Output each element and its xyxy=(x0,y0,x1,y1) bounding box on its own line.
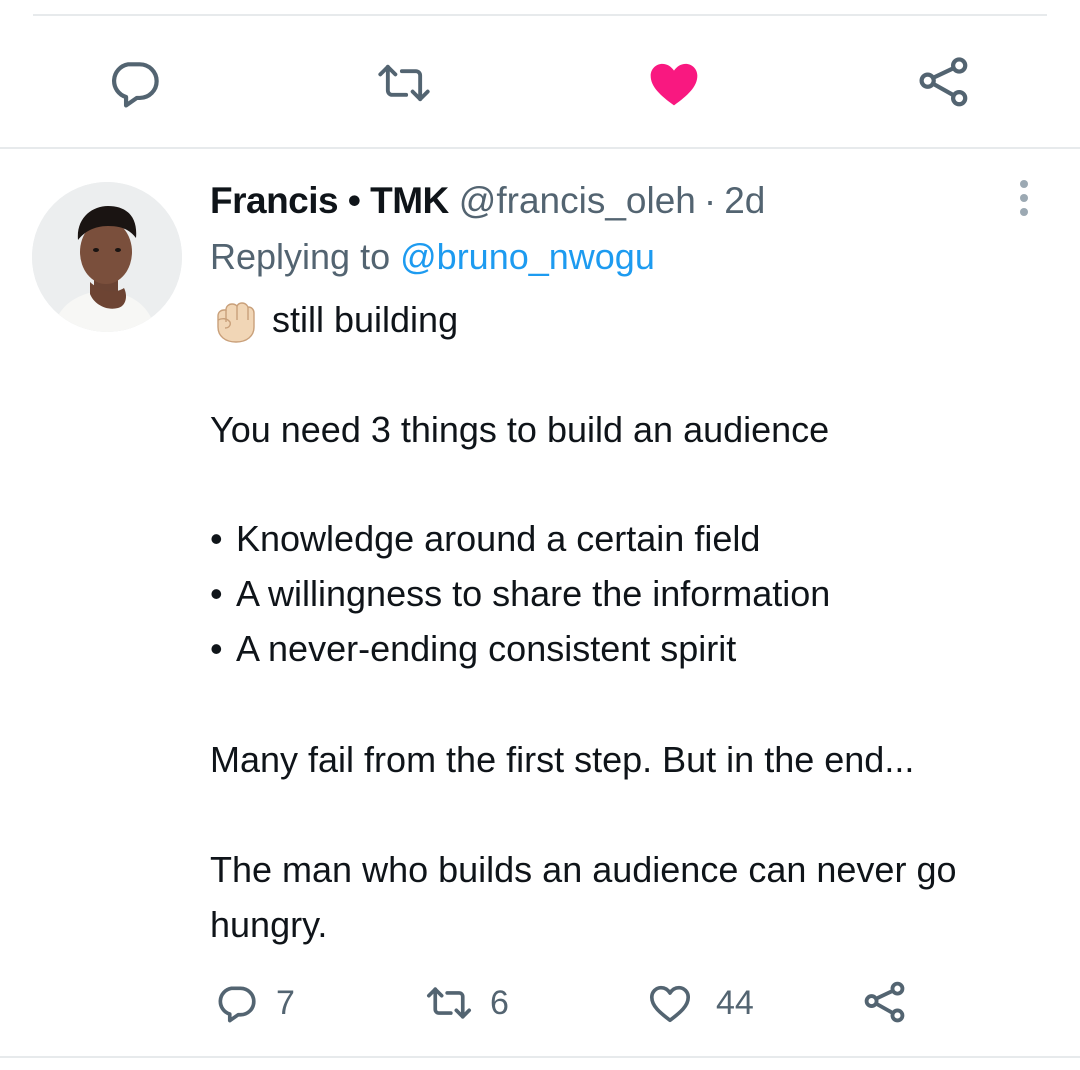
author-display-name[interactable]: Francis • TMK xyxy=(210,176,449,226)
reply-button[interactable] xyxy=(106,55,162,111)
retweet-button[interactable] xyxy=(376,55,432,111)
tweet-age[interactable]: 2d xyxy=(724,176,765,226)
more-options-button[interactable] xyxy=(1004,176,1044,220)
tweet-line-closing-2: hungry. xyxy=(210,904,328,945)
retweet-icon xyxy=(378,64,430,102)
section-divider xyxy=(0,147,1080,149)
tweet-line-fail: Many fail from the first step. But in th… xyxy=(210,739,915,780)
tweet-line-intro: You need 3 things to build an audience xyxy=(210,409,830,450)
reply-icon xyxy=(214,981,258,1025)
bullet-text: Knowledge around a certain field xyxy=(236,518,761,559)
bullet-mark: • xyxy=(210,518,223,559)
tweet-header: Francis • TMK @francis_oleh · 2d xyxy=(210,176,765,226)
bullet-text: A never-ending consistent spirit xyxy=(236,628,737,669)
like-count: 44 xyxy=(716,983,754,1022)
retweet-icon xyxy=(424,981,474,1025)
bullet-mark: • xyxy=(210,628,223,669)
more-vertical-icon xyxy=(1020,180,1028,216)
author-handle[interactable]: @francis_oleh xyxy=(459,176,696,226)
share-icon xyxy=(862,980,908,1026)
tweet-line-closing-1: The man who builds an audience can never… xyxy=(210,849,957,890)
avatar[interactable] xyxy=(32,182,182,332)
top-divider xyxy=(33,14,1047,16)
raised-fist-emoji-icon xyxy=(210,296,260,344)
header-separator: · xyxy=(703,180,717,221)
avatar-photo xyxy=(32,182,182,332)
reply-count: 7 xyxy=(276,983,295,1022)
retweet-metric-button[interactable]: 6 xyxy=(424,978,509,1028)
tweet-bullet-1: • Knowledge around a certain field xyxy=(210,515,760,563)
replying-to-mention[interactable]: @bruno_nwogu xyxy=(400,236,655,277)
share-metric-button[interactable] xyxy=(862,978,908,1028)
like-button[interactable] xyxy=(646,55,702,111)
bottom-divider xyxy=(0,1056,1080,1058)
reply-metric-button[interactable]: 7 xyxy=(214,978,295,1028)
tweet-bullet-3: • A never-ending consistent spirit xyxy=(210,625,736,673)
bullet-mark: • xyxy=(210,573,223,614)
tweet-line-first: still building xyxy=(210,296,458,344)
bullet-text: A willingness to share the information xyxy=(236,573,831,614)
share-icon xyxy=(919,57,968,107)
tweet-bullet-2: • A willingness to share the information xyxy=(210,570,830,618)
replying-to-line: Replying to @bruno_nwogu xyxy=(210,233,655,281)
like-outline-icon xyxy=(646,980,694,1026)
like-filled-icon xyxy=(650,63,698,106)
share-button[interactable] xyxy=(916,55,972,111)
reply-icon xyxy=(112,62,159,108)
retweet-count: 6 xyxy=(490,983,509,1022)
replying-to-label: Replying to xyxy=(210,236,391,277)
like-metric-button[interactable]: 44 xyxy=(646,978,754,1028)
tweet-text-still-building: still building xyxy=(272,299,459,340)
